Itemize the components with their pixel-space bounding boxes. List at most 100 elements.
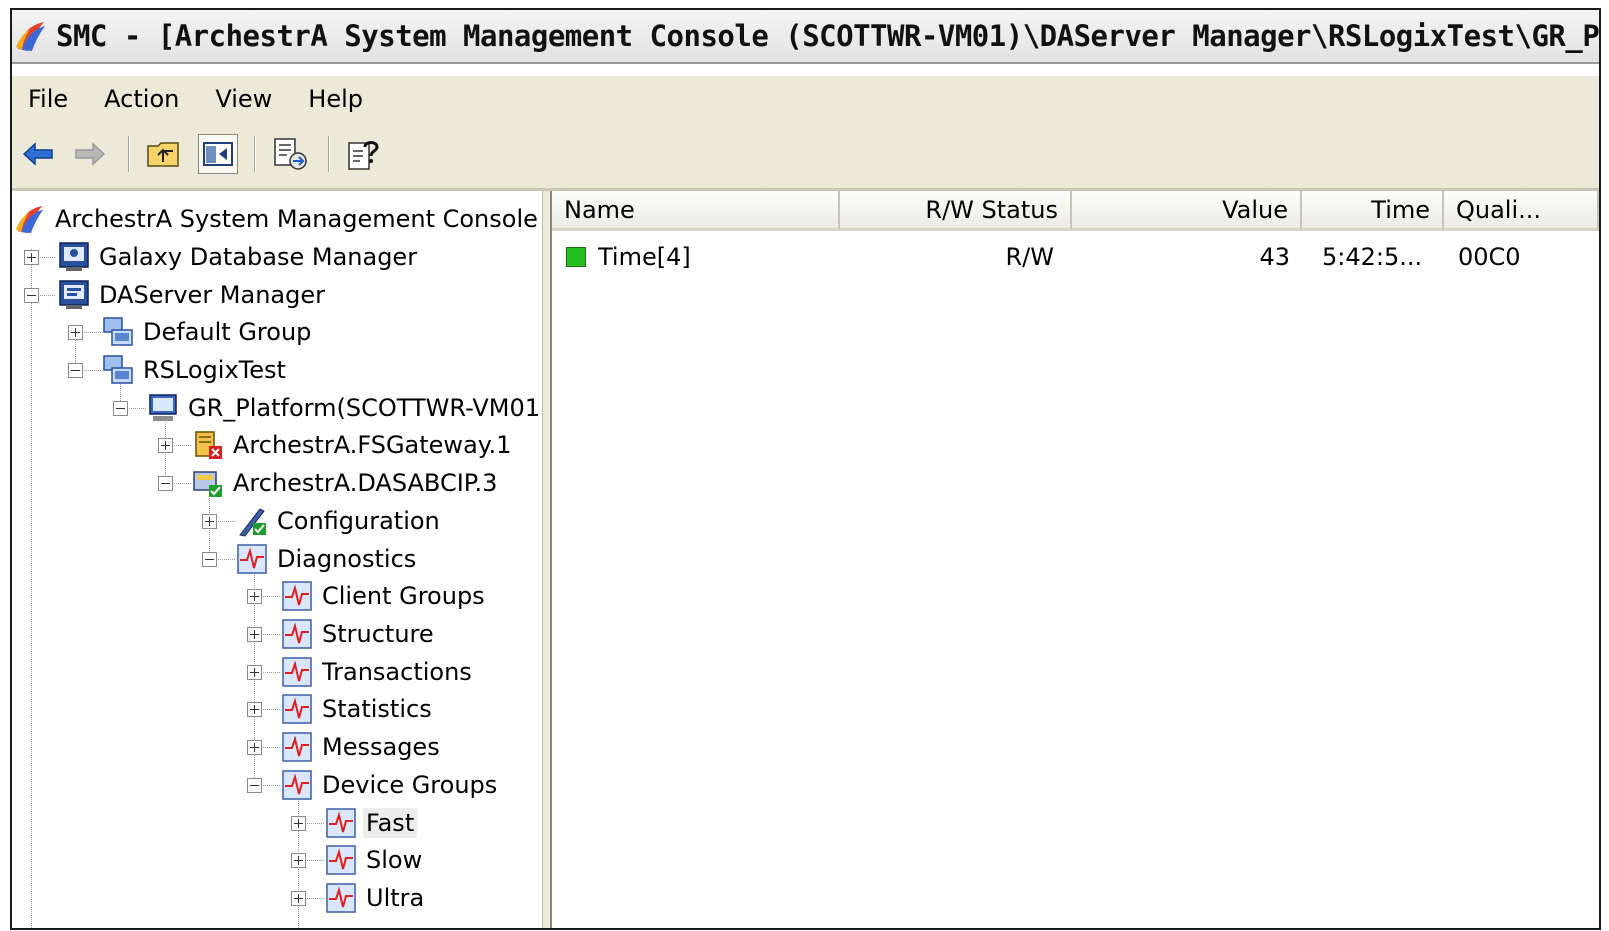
tree-node-label: Configuration	[277, 507, 440, 535]
column-header-value[interactable]: Value	[1072, 191, 1302, 231]
column-header-name[interactable]: Name	[552, 191, 840, 231]
collapse-toggle[interactable]	[158, 476, 173, 491]
menu-view[interactable]: View	[215, 83, 272, 115]
tree-node-gr-platform[interactable]: GR_Platform(SCOTTWR-VM01)	[147, 390, 542, 426]
toolbar-separator	[254, 136, 256, 172]
diagnostics-icon	[326, 845, 356, 875]
export-list-icon	[274, 138, 307, 170]
tree-node-slow[interactable]: Slow	[325, 842, 425, 878]
expand-toggle[interactable]	[24, 250, 39, 265]
platform-icon	[149, 394, 177, 421]
configuration-icon	[239, 508, 266, 537]
tree-node-label: Device Groups	[322, 771, 498, 799]
toolbar-separator	[328, 136, 330, 172]
column-header-rw-status[interactable]: R/W Status	[840, 191, 1072, 231]
tree-node-galaxy-database-manager[interactable]: Galaxy Database Manager	[58, 239, 420, 275]
menu-help[interactable]: Help	[308, 83, 363, 115]
tree-node-label: Default Group	[143, 318, 312, 346]
row-value-text: 43	[1259, 243, 1290, 271]
expand-toggle[interactable]	[158, 438, 173, 453]
tree-node-label: Client Groups	[322, 582, 485, 610]
row-time: 5:42:5...	[1322, 243, 1423, 271]
tree-node-configuration[interactable]: Configuration	[236, 503, 443, 539]
tree-node-label: Diagnostics	[277, 545, 417, 573]
smc-window: SMC - [ArchestrA System Management Conso…	[10, 8, 1601, 930]
expand-toggle[interactable]	[247, 702, 262, 717]
tree-node-rslogixtest[interactable]: RSLogixTest	[102, 352, 289, 388]
collapse-toggle[interactable]	[247, 778, 262, 793]
tree-node-client-groups[interactable]: Client Groups	[281, 578, 488, 614]
status-indicator-icon	[566, 247, 586, 267]
toolbar-separator	[128, 136, 130, 172]
tree-node-archestra-dasabcip[interactable]: ArchestrA.DASABCIP.3	[192, 465, 500, 501]
tree-node-label: Transactions	[322, 658, 472, 686]
expand-toggle[interactable]	[247, 627, 262, 642]
item-list-view[interactable]: Name R/W Status Value Time Quali... Time…	[552, 191, 1599, 928]
group-icon	[103, 355, 133, 384]
tree-node-label: GR_Platform(SCOTTWR-VM01)	[188, 394, 542, 422]
tree-node-label: Ultra	[366, 884, 425, 912]
diagnostics-icon	[326, 808, 356, 838]
diagnostics-icon	[282, 694, 312, 724]
tree-node-label: Messages	[322, 733, 440, 761]
tree-node-label: ArchestrA.FSGateway.1	[233, 431, 512, 459]
expand-toggle[interactable]	[247, 740, 262, 755]
up-one-level-button[interactable]	[144, 134, 184, 174]
title-bar[interactable]: SMC - [ArchestrA System Management Conso…	[12, 10, 1599, 64]
row-quality: 00C0	[1458, 243, 1521, 271]
tree-node-label: Fast	[363, 808, 418, 838]
tree-node-ultra[interactable]: Ultra	[325, 880, 427, 916]
diagnostics-icon	[282, 657, 312, 687]
tree-node-label: ArchestrA.DASABCIP.3	[233, 469, 498, 497]
tree-node-messages[interactable]: Messages	[281, 729, 443, 765]
up-folder-icon	[147, 142, 179, 167]
pane-splitter[interactable]	[542, 191, 552, 928]
collapse-toggle[interactable]	[113, 401, 128, 416]
expand-toggle[interactable]	[247, 665, 262, 680]
tree-node-label: Slow	[366, 846, 423, 874]
forward-button[interactable]	[70, 134, 110, 174]
expand-toggle[interactable]	[202, 514, 217, 529]
menu-file[interactable]: File	[28, 83, 68, 115]
column-header-time[interactable]: Time	[1302, 191, 1444, 231]
row-name: Time[4]	[598, 243, 691, 271]
diagnostics-icon	[237, 544, 267, 574]
tree-node-smc-root[interactable]: ArchestrA System Management Console (S	[14, 201, 542, 237]
tree-node-daserver-manager[interactable]: DAServer Manager	[58, 277, 328, 313]
database-manager-icon	[59, 242, 89, 271]
back-button[interactable]	[18, 134, 58, 174]
diagnostics-icon	[282, 732, 312, 762]
tree-node-transactions[interactable]: Transactions	[281, 654, 475, 690]
tree-node-default-group[interactable]: Default Group	[102, 314, 314, 350]
menu-action[interactable]: Action	[104, 83, 179, 115]
tree-node-diagnostics[interactable]: Diagnostics	[236, 541, 419, 577]
toolbar	[12, 122, 1599, 191]
smc-app-icon	[16, 22, 45, 51]
tree-node-structure[interactable]: Structure	[281, 616, 437, 652]
collapse-toggle[interactable]	[202, 552, 217, 567]
row-name-cell: Time[4]	[566, 239, 691, 275]
collapse-toggle[interactable]	[68, 363, 83, 378]
tree-node-label: ArchestrA System Management Console (S	[55, 205, 542, 233]
expand-toggle[interactable]	[247, 589, 262, 604]
tree-node-label: RSLogixTest	[143, 356, 286, 384]
menu-bar: File Action View Help	[12, 76, 1599, 122]
export-list-button[interactable]	[270, 134, 310, 174]
window-title: SMC - [ArchestrA System Management Conso…	[56, 19, 1599, 53]
column-header-quality[interactable]: Quali...	[1444, 191, 1599, 231]
show-hide-console-tree-button[interactable]	[198, 134, 238, 174]
diagnostics-icon	[282, 770, 312, 800]
tree-node-fast[interactable]: Fast	[325, 805, 418, 841]
expand-toggle[interactable]	[291, 816, 306, 831]
console-tree[interactable]: ArchestrA System Management Console (S G…	[12, 191, 542, 928]
expand-toggle[interactable]	[291, 891, 306, 906]
tree-node-device-groups[interactable]: Device Groups	[281, 767, 500, 803]
tree-node-label: Structure	[322, 620, 434, 648]
collapse-toggle[interactable]	[24, 288, 39, 303]
expand-toggle[interactable]	[68, 325, 83, 340]
expand-toggle[interactable]	[291, 853, 306, 868]
tree-node-statistics[interactable]: Statistics	[281, 691, 435, 727]
help-button[interactable]	[344, 134, 384, 174]
tree-node-archestra-fsgateway[interactable]: ArchestrA.FSGateway.1	[192, 427, 514, 463]
tree-node-label: Galaxy Database Manager	[99, 243, 418, 271]
